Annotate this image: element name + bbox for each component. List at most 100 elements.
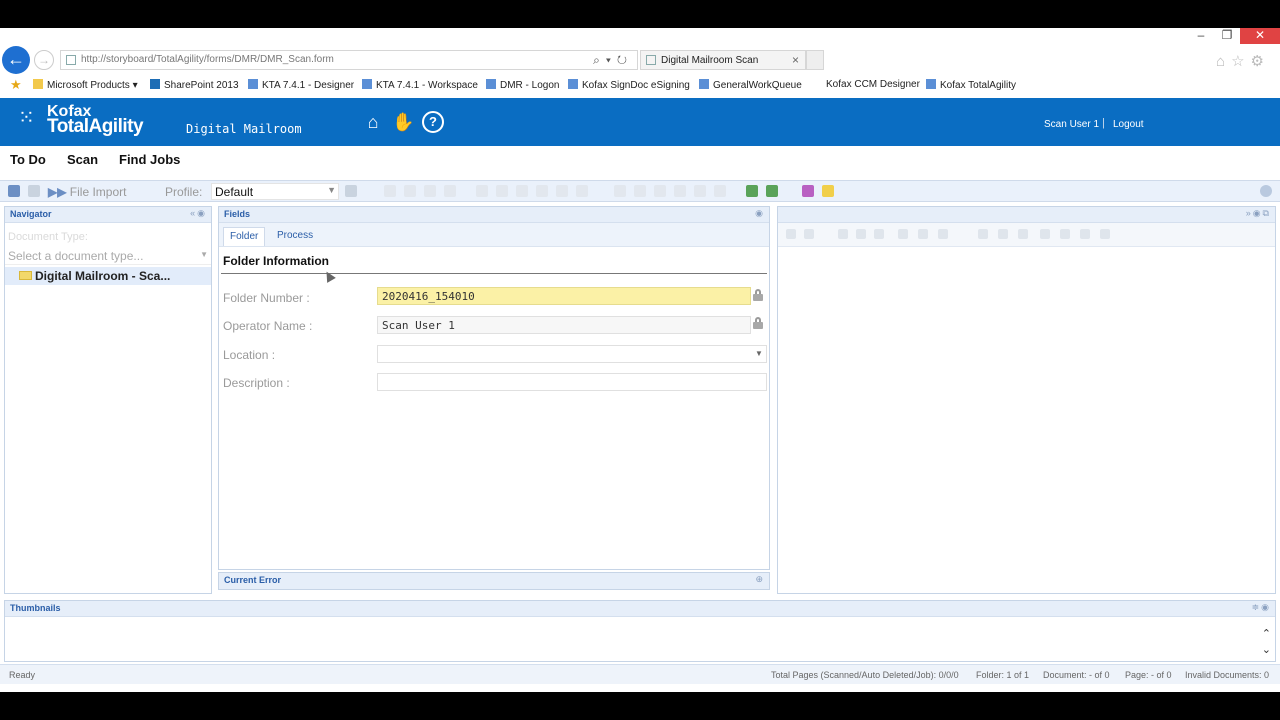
fields-title: Fields [224,209,251,219]
profile-select[interactable]: Default ▼ [211,183,339,200]
tool-icon[interactable] [654,185,666,197]
forward-button[interactable]: → [34,50,54,70]
tab-folder[interactable]: Folder [223,227,266,246]
zoom-out-icon[interactable] [856,229,866,239]
favorite-item[interactable]: KTA 7.4.1 - Workspace [362,79,478,91]
favorite-item[interactable]: Microsoft Products ▾ [33,79,138,91]
favorite-item[interactable]: Kofax TotalAgility [926,79,1016,91]
favorite-item[interactable]: KTA 7.4.1 - Designer [248,79,354,91]
tool-icon[interactable] [536,185,548,197]
tool-icon[interactable] [634,185,646,197]
navigator-panel: Navigator «◉ Document Type: Select a doc… [4,206,212,594]
menu-scan[interactable]: Scan [67,152,98,167]
tool-icon[interactable] [694,185,706,197]
logout-link[interactable]: Logout [1113,119,1144,130]
tool-icon[interactable] [424,185,436,197]
close-window-icon[interactable]: ✕ [1240,28,1280,44]
tool-icon[interactable] [614,185,626,197]
tool-icon[interactable] [404,185,416,197]
favorite-item[interactable]: SharePoint 2013 [150,79,239,91]
zoom-fit-icon[interactable] [874,229,884,239]
browser-toolbar: – ❐ ✕ ← → http://storyboard/TotalAgility… [0,28,1280,74]
file-import-button[interactable]: ▶▶ File Import [48,185,126,199]
rotate-right-icon[interactable] [998,229,1008,239]
panel-collapse-icon[interactable]: ≑◉ [1252,602,1271,613]
restore-icon[interactable]: ❐ [1214,28,1240,44]
address-actions[interactable]: ⌕▾↻ [593,53,633,68]
home-icon[interactable]: ⌂ [1216,53,1231,70]
scroll-down-icon[interactable]: ⌄ [1262,643,1271,656]
panel-expand-icon[interactable]: ⊕ [755,574,765,585]
chevron-down-icon: ▼ [327,185,336,195]
pan-icon[interactable] [898,229,908,239]
document-type-select[interactable]: Select a document type... ▼ [5,247,211,265]
location-select[interactable]: ▼ [377,345,767,363]
panel-window-icons[interactable]: »◉⧉ [1246,208,1271,219]
tool-icon[interactable] [556,185,568,197]
scroll-up-icon[interactable]: ⌃ [1262,627,1271,640]
minimize-icon[interactable]: – [1188,28,1214,44]
tool-icon[interactable] [384,185,396,197]
shield-icon[interactable] [802,185,814,197]
users-icon[interactable] [746,185,758,197]
handshake-icon[interactable]: ✋ [392,111,414,133]
menu-find-jobs[interactable]: Find Jobs [119,152,180,167]
favorite-item[interactable]: DMR - Logon [486,79,559,91]
operator-name-field[interactable]: Scan User 1 [377,316,751,334]
star-icon[interactable]: ☆ [1231,53,1250,70]
tool-icon[interactable] [1040,229,1050,239]
browser-tab[interactable]: Digital Mailroom Scan × [640,50,806,70]
profile-settings-icon[interactable] [345,185,357,197]
window-controls: – ❐ ✕ [1188,28,1280,44]
folder-number-field[interactable]: 2020416_154010 [377,287,751,305]
tab-close-icon[interactable]: × [792,53,799,67]
tool-icon[interactable] [786,229,796,239]
tool-icon[interactable] [714,185,726,197]
status-ready: Ready [9,670,36,680]
tool-icon[interactable] [1060,229,1070,239]
logo-module: Digital Mailroom [186,122,302,136]
browser-window: – ❐ ✕ ← → http://storyboard/TotalAgility… [0,28,1280,692]
tool-icon[interactable] [674,185,686,197]
tab-process[interactable]: Process [271,227,319,246]
favorites-star-icon[interactable]: ★ [10,77,22,93]
tool-icon[interactable] [1100,229,1110,239]
new-tab-button[interactable] [806,50,824,70]
favorites-bar: ★ Microsoft Products ▾ SharePoint 2013 K… [0,76,1280,96]
panel-options-icon[interactable]: ◉ [755,208,765,219]
gear-icon[interactable]: ⚙ [1251,53,1270,70]
toolbar-options-icon[interactable] [1260,185,1272,197]
menu-todo[interactable]: To Do [10,152,46,167]
tool-icon[interactable] [476,185,488,197]
play-icon[interactable] [28,185,40,197]
tree-node-label: Digital Mailroom - Sca... [35,269,171,283]
tool-icon[interactable] [496,185,508,197]
rotate-left-icon[interactable] [978,229,988,239]
favorite-item[interactable]: Kofax CCM Designer [826,79,920,90]
lightning-icon[interactable] [822,185,834,197]
help-icon[interactable]: ? [422,111,444,133]
favorite-item[interactable]: Kofax SignDoc eSigning [568,79,690,91]
tree-node-folder[interactable]: Digital Mailroom - Sca... [5,267,211,285]
favorite-item[interactable]: GeneralWorkQueue [699,79,802,91]
undo-icon[interactable] [8,185,20,197]
zoom-in-icon[interactable] [838,229,848,239]
tool-icon[interactable] [938,229,948,239]
kofax-logo-icon: ⁙ [18,107,35,129]
thumbnails-panel: Thumbnails ≑◉ ⌃ ⌄ [4,600,1276,662]
home-icon[interactable]: ⌂ [362,111,384,133]
tool-icon[interactable] [804,229,814,239]
crosshair-icon[interactable] [918,229,928,239]
back-button[interactable]: ← [2,46,30,74]
panel-collapse-icon[interactable]: «◉ [190,208,207,219]
fast-forward-icon: ▶▶ [48,185,70,199]
tool-icon[interactable] [444,185,456,197]
users-icon[interactable] [766,185,778,197]
scan-toolbar: ▶▶ File Import Profile: Default ▼ [0,180,1280,202]
tool-icon[interactable] [516,185,528,197]
address-bar[interactable]: http://storyboard/TotalAgility/forms/DMR… [60,50,638,70]
tool-icon[interactable] [1018,229,1028,239]
tool-icon[interactable] [1080,229,1090,239]
tool-icon[interactable] [576,185,588,197]
description-field[interactable] [377,373,767,391]
